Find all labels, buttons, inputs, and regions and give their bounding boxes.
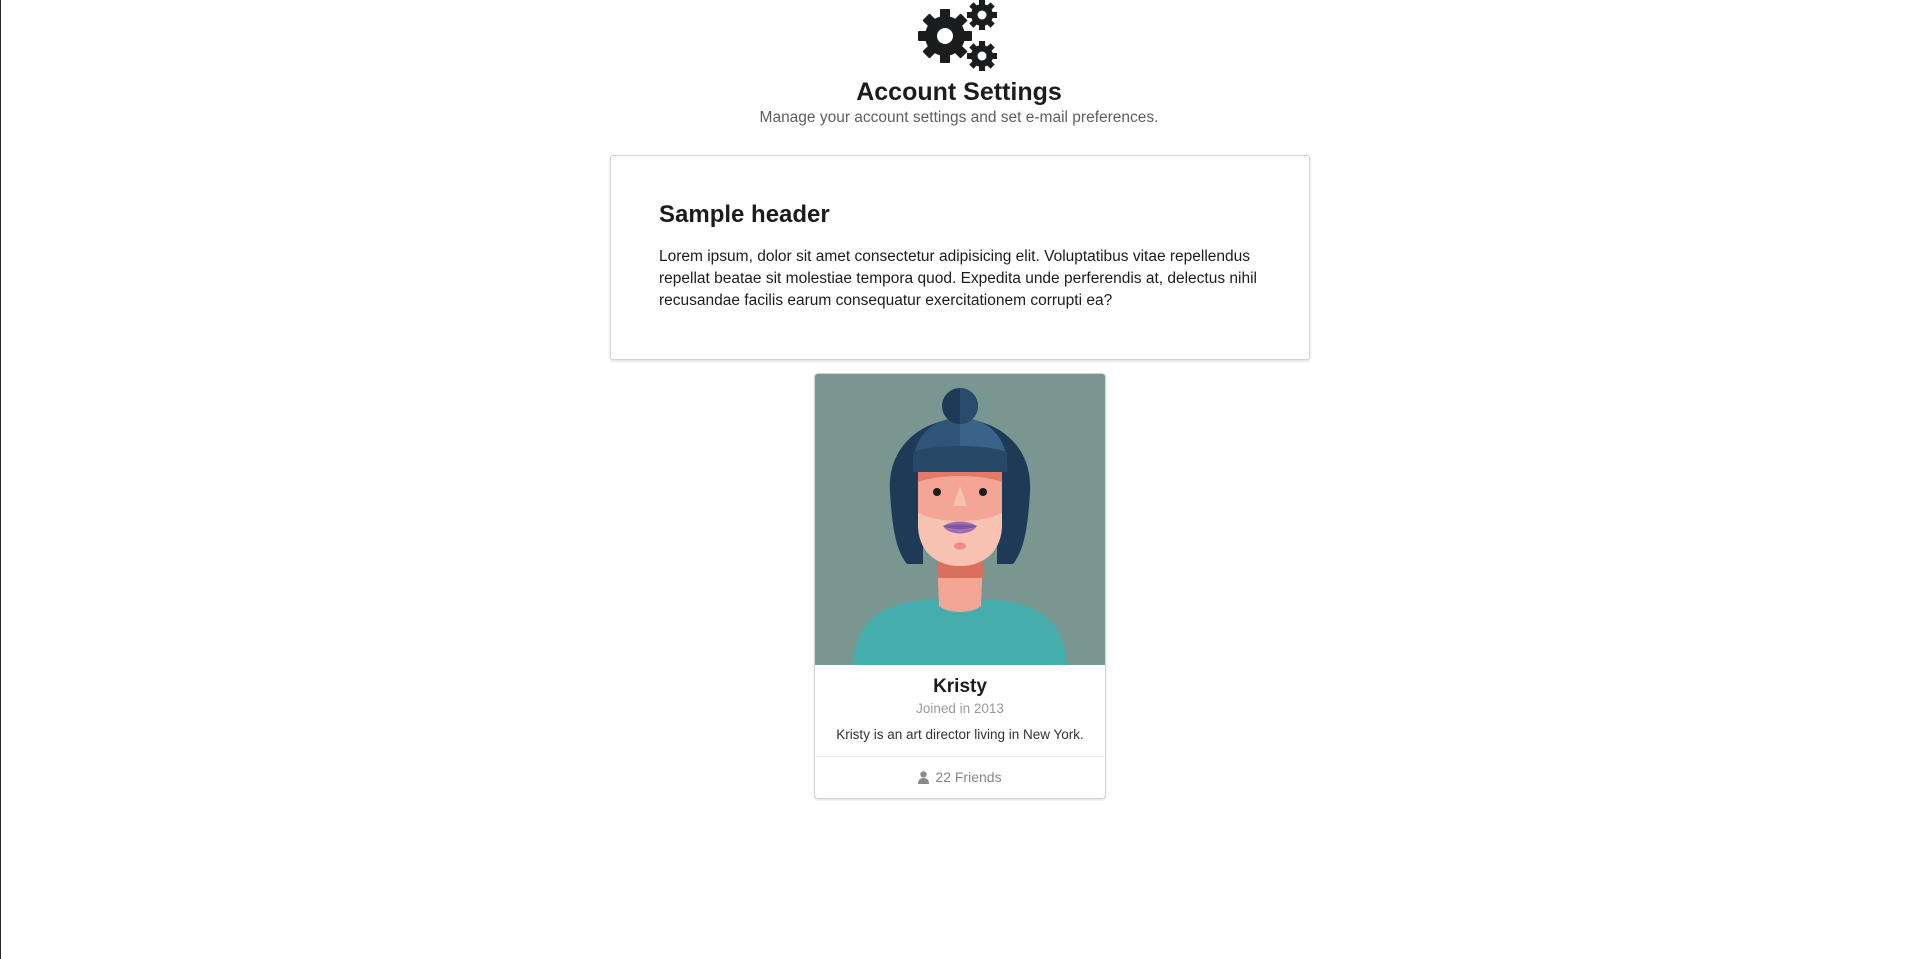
settings-gears-icon [918, 0, 997, 71]
friends-link[interactable]: 22 Friends [815, 757, 1105, 787]
page-subtitle: Manage your account settings and set e-m… [759, 109, 1159, 126]
segment-heading: Sample header [659, 201, 830, 228]
card-name[interactable]: Kristy [827, 675, 1093, 699]
sample-segment: Sample header Lorem ipsum, dolor sit ame… [610, 155, 1310, 360]
profile-card[interactable]: Kristy Joined in 2013 Kristy is an art d… [814, 373, 1106, 799]
card-meta: Joined in 2013 [916, 701, 1004, 716]
segment-body: Lorem ipsum, dolor sit amet consectetur … [659, 248, 1257, 309]
friends-count[interactable]: 22 Friends [935, 769, 1001, 785]
user-icon [918, 771, 930, 784]
woman-avatar-illustration [815, 374, 1105, 665]
page-title: Account Settings [856, 78, 1062, 106]
card-content: Kristy Joined in 2013 Kristy is an art d… [815, 665, 1105, 757]
card-description: Kristy is an art director living in New … [836, 727, 1084, 742]
